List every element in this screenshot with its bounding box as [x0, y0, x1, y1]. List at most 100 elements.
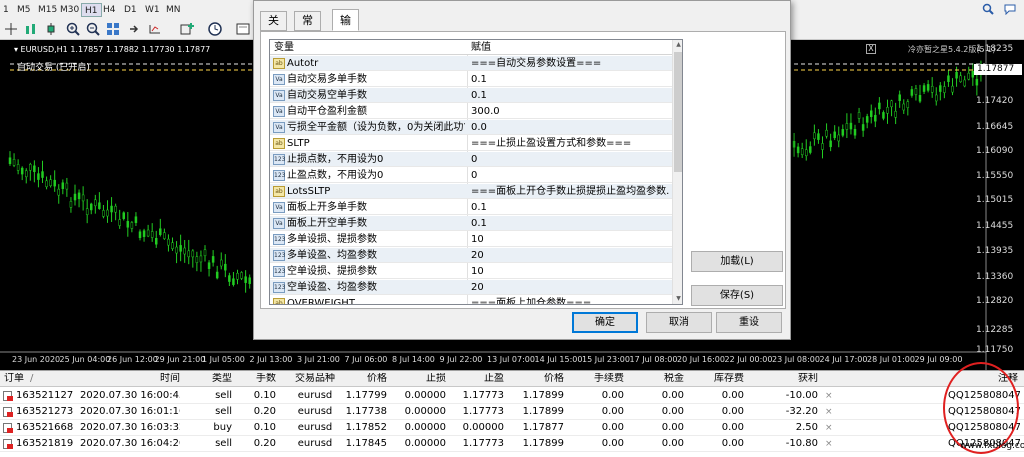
templates-icon[interactable]	[236, 22, 250, 36]
parameter-row[interactable]: 123 空单设盈、均盈参数 20	[270, 280, 672, 295]
commission-column-header[interactable]: 手续费	[578, 373, 624, 385]
timeframe-h1[interactable]: H1	[81, 3, 102, 17]
parameter-row[interactable]: ab SLTP ===止损止盈设置方式和参数===	[270, 136, 672, 151]
parameter-row[interactable]: 123 止盈点数，不用设为0 0	[270, 168, 672, 183]
time-column-header[interactable]: 时间	[110, 373, 180, 385]
parameter-value[interactable]: 0.1	[471, 201, 669, 214]
order-column-header[interactable]: 订单	[4, 373, 44, 385]
parameter-value[interactable]: ===止损止盈设置方式和参数===	[471, 137, 669, 150]
load-button[interactable]: 加载(L)	[691, 251, 783, 272]
parameter-value[interactable]: 0.1	[471, 89, 669, 102]
timeframe-1[interactable]: 1	[0, 3, 12, 17]
close-order-icon[interactable]: ×	[825, 406, 833, 418]
tab-about[interactable]: 关于	[260, 11, 287, 45]
swap-column-header[interactable]: 库存费	[694, 373, 744, 385]
timeframe-w1[interactable]: W1	[142, 3, 163, 17]
trade-row[interactable]: 163521273 2020.07.30 16:01:16 sell 0.20 euru…	[0, 404, 1024, 420]
scroll-thumb[interactable]	[674, 52, 682, 172]
candle-body	[809, 146, 812, 153]
parameter-row[interactable]: ab OVERWEIGHT ===面板上加仓参数===	[270, 296, 672, 305]
zoom-out-icon[interactable]	[86, 22, 100, 36]
symbol-column-header[interactable]: 交易品种	[285, 373, 345, 385]
parameter-row[interactable]: Va 亏损全平金额（设为负数，0为关闭此功?.. 0.0	[270, 120, 672, 135]
timeframe-mn[interactable]: MN	[163, 3, 184, 17]
candle-body	[248, 277, 251, 284]
candle-body	[865, 116, 869, 123]
lots-column-header[interactable]: 手数	[238, 373, 276, 385]
parameter-row[interactable]: 123 多单设损、提损参数 10	[270, 232, 672, 247]
order-icon	[3, 423, 13, 433]
parameter-value[interactable]: 20	[471, 281, 669, 294]
parameter-row[interactable]: ab Autotr ===自动交易参数设置===	[270, 56, 672, 71]
grid-scrollbar[interactable]: ▲ ▼	[672, 40, 682, 304]
timeframe-h4[interactable]: H4	[100, 3, 119, 17]
tp-column-header[interactable]: 止盈	[458, 373, 504, 385]
parameter-value[interactable]: 0.1	[471, 217, 669, 230]
open-price-cell: 1.17845	[345, 438, 387, 449]
parameter-row[interactable]: Va 面板上开多单手数 0.1	[270, 200, 672, 215]
parameter-row[interactable]: Va 自动交易空单手数 0.1	[270, 88, 672, 103]
reset-button[interactable]: 重设	[716, 312, 782, 333]
sl-cell: 0.00000	[404, 406, 446, 417]
parameter-row[interactable]: Va 面板上开空单手数 0.1	[270, 216, 672, 231]
chart-shift-icon[interactable]	[148, 22, 162, 36]
periods-clock-icon[interactable]	[208, 22, 222, 36]
scroll-up-icon[interactable]: ▲	[674, 40, 682, 50]
parameter-value[interactable]: 300.0	[471, 105, 669, 118]
parameter-row[interactable]: 123 空单设损、提损参数 10	[270, 264, 672, 279]
close-order-icon[interactable]: ×	[825, 438, 833, 450]
parameter-row[interactable]: Va 自动平仓盈利金额 300.0	[270, 104, 672, 119]
close-order-icon[interactable]: ×	[825, 390, 833, 402]
parameter-value[interactable]: 0.0	[471, 121, 669, 134]
parameter-name: OVERWEIGHT	[287, 298, 355, 305]
parameter-value[interactable]: 20	[471, 249, 669, 262]
candle-body	[910, 89, 914, 96]
profit-column-header[interactable]: 获利	[770, 373, 818, 385]
tax-column-header[interactable]: 税金	[640, 373, 684, 385]
parameter-row[interactable]: ab LotsSLTP ===面板上开仓手数止损提损止盈均盈参数...	[270, 184, 672, 199]
type-column-header[interactable]: 类型	[190, 373, 232, 385]
zoom-in-icon[interactable]	[66, 22, 80, 36]
tab-common[interactable]: 常用	[294, 11, 321, 45]
time-axis-label: 24 Jul 17:00	[819, 355, 868, 364]
search-icon[interactable]	[982, 3, 994, 15]
candlestick-icon[interactable]	[44, 22, 58, 36]
trade-row[interactable]: 163521819 2020.07.30 16:04:20 sell 0.20 euru…	[0, 436, 1024, 452]
indicators-icon[interactable]	[180, 22, 194, 36]
parameter-value[interactable]: 0.1	[471, 73, 669, 86]
parameter-row[interactable]: 123 止损点数，不用设为0 0	[270, 152, 672, 167]
parameter-value[interactable]: 0	[471, 169, 669, 182]
parameter-value[interactable]: ===面板上加仓参数===	[471, 297, 669, 304]
chart-close-box[interactable]: X	[866, 44, 876, 54]
save-button[interactable]: 保存(S)	[691, 285, 783, 306]
timeframe-d1[interactable]: D1	[121, 3, 140, 17]
candle-body	[955, 71, 958, 79]
parameter-value[interactable]: ===面板上开仓手数止损提损止盈均盈参数...	[471, 185, 669, 198]
chat-bubble-icon[interactable]	[1004, 3, 1016, 15]
parameter-row[interactable]: 123 多单设盈、均盈参数 20	[270, 248, 672, 263]
scroll-down-icon[interactable]: ▼	[674, 294, 682, 304]
timeframe-m5[interactable]: M5	[14, 3, 34, 17]
ok-button[interactable]: 确定	[572, 312, 638, 333]
chart-bars-icon[interactable]	[24, 22, 38, 36]
candle-body	[951, 85, 954, 93]
sl-column-header[interactable]: 止损	[400, 373, 446, 385]
parameter-value[interactable]: 10	[471, 265, 669, 278]
tax-cell: 0.00	[661, 406, 684, 417]
trade-row[interactable]: 163521127 2020.07.30 16:00:45 sell 0.10 euru…	[0, 388, 1024, 404]
parameter-row[interactable]: Va 自动交易多单手数 0.1	[270, 72, 672, 87]
autoscroll-icon[interactable]	[128, 22, 142, 36]
tile-windows-icon[interactable]	[106, 22, 120, 36]
parameter-value[interactable]: 10	[471, 233, 669, 246]
crosshair-icon[interactable]	[4, 22, 18, 36]
current-price-column-header[interactable]: 价格	[518, 373, 564, 385]
parameter-value[interactable]: 0	[471, 153, 669, 166]
cancel-button[interactable]: 取消	[646, 312, 712, 333]
trade-row[interactable]: 163521668 2020.07.30 16:03:32 buy 0.10 eurus…	[0, 420, 1024, 436]
order-icon	[3, 407, 13, 417]
tab-inputs[interactable]: 输入参数	[332, 9, 359, 93]
parameter-value[interactable]: ===自动交易参数设置===	[471, 57, 669, 70]
timeframe-m30[interactable]: M30	[57, 3, 82, 17]
close-order-icon[interactable]: ×	[825, 422, 833, 434]
price-column-header[interactable]: 价格	[345, 373, 387, 385]
